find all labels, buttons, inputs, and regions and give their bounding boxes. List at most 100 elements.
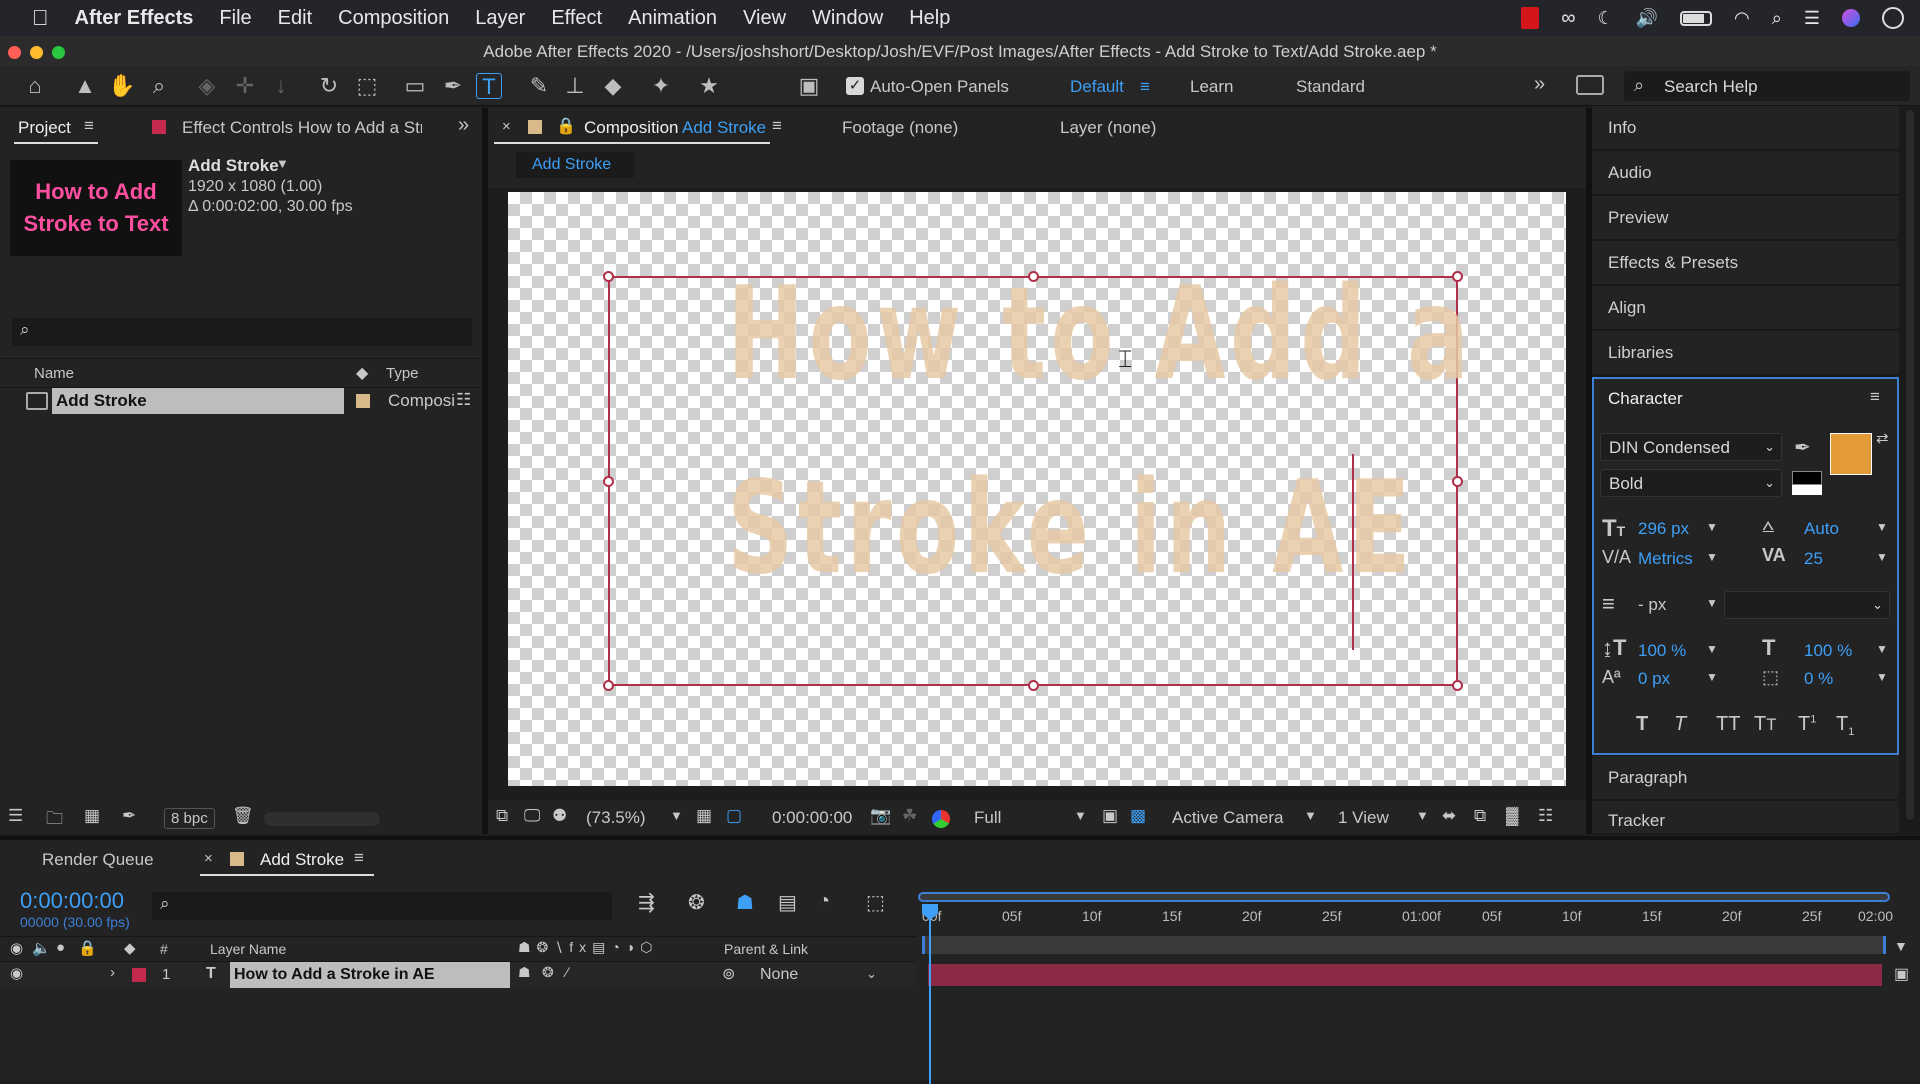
camera-chevron-icon[interactable]: ▼ xyxy=(1304,808,1317,823)
fill-color-swatch[interactable] xyxy=(1830,433,1872,475)
tab-project[interactable]: Project xyxy=(18,118,71,138)
panel-overflow-icon[interactable]: » xyxy=(458,114,469,137)
workspace-menu-icon[interactable]: ≡ xyxy=(1140,77,1150,97)
puppet-tool-icon[interactable]: ★ xyxy=(696,73,722,99)
all-caps-icon[interactable]: TT xyxy=(1716,713,1740,736)
mask-visibility-icon[interactable]: ⚉ xyxy=(552,806,567,826)
monitor-icon[interactable]: 🖵 xyxy=(524,806,540,826)
solo-switch-icon[interactable]: ● xyxy=(56,939,65,956)
timeline-zoom-marker-icon[interactable]: ▼ xyxy=(1894,938,1908,954)
draft-3d-icon[interactable]: ❂ xyxy=(688,890,705,915)
motion-blur-icon[interactable]: ◔ xyxy=(818,890,830,913)
eraser-tool-icon[interactable]: ◆ xyxy=(600,73,626,99)
search-help-field[interactable]: ⌕ Search Help xyxy=(1624,71,1910,101)
views-dropdown[interactable]: 1 View xyxy=(1338,808,1389,828)
menu-composition[interactable]: Composition xyxy=(338,7,449,30)
menu-app[interactable]: After Effects xyxy=(75,7,194,30)
clone-stamp-tool-icon[interactable]: ⊥ xyxy=(562,73,588,99)
layer-row[interactable]: ◉ › 1 T How to Add a Stroke in AE ☗ ❂ ∕ … xyxy=(0,962,916,988)
leading-value[interactable]: Auto xyxy=(1804,519,1839,539)
current-time-indicator[interactable] xyxy=(929,904,931,1084)
bbox-handle-ml[interactable] xyxy=(603,476,614,487)
eyedropper-icon[interactable]: ✒ xyxy=(1794,435,1811,460)
project-comp-name[interactable]: Add Stroke xyxy=(188,156,279,176)
auto-open-checkbox[interactable]: ✓ xyxy=(846,77,864,95)
tsume-chevron-icon[interactable]: ▼ xyxy=(1876,670,1888,684)
siri-icon[interactable] xyxy=(1842,9,1860,27)
comp-breadcrumb[interactable]: Add Stroke xyxy=(516,152,634,178)
apple-icon[interactable]:  xyxy=(32,5,49,31)
tab-effect-controls[interactable]: Effect Controls How to Add a Stro xyxy=(182,118,422,138)
horizontal-scale-value[interactable]: 100 % xyxy=(1804,641,1852,661)
pan-behind-tool-icon[interactable]: ⬚ xyxy=(354,73,380,99)
panel-effects-presets[interactable]: Effects & Presets xyxy=(1592,241,1899,285)
horizontal-scale-chevron-icon[interactable]: ▼ xyxy=(1876,642,1888,656)
font-size-value[interactable]: 296 px xyxy=(1638,519,1689,539)
toggle-pixel-aspect-icon[interactable]: ⬌ xyxy=(1442,806,1456,826)
camera-dropdown[interactable]: Active Camera xyxy=(1172,808,1283,828)
zoom-tool-icon[interactable]: ⌕ xyxy=(146,73,172,99)
creative-cloud-icon[interactable]: ∞ xyxy=(1561,7,1575,30)
resolution-chevron-icon[interactable]: ▼ xyxy=(1074,808,1087,823)
vertical-scale-value[interactable]: 100 % xyxy=(1638,641,1686,661)
font-family-dropdown[interactable]: DIN Condensed ⌄ xyxy=(1600,433,1782,461)
stroke-style-dropdown[interactable]: ⌄ xyxy=(1724,591,1890,619)
magnification-dropdown[interactable]: (73.5%) xyxy=(586,808,646,828)
comp-panel-menu-icon[interactable]: ≡ xyxy=(772,116,782,136)
layer-collapse-switch-icon[interactable]: ❂ xyxy=(542,964,554,981)
notification-icon[interactable] xyxy=(1882,7,1904,29)
zoom-chevron-icon[interactable]: ▼ xyxy=(670,808,683,823)
tab-timeline-comp[interactable]: Add Stroke xyxy=(260,850,344,870)
comp-canvas[interactable]: How to Add a Stroke in AE ⌶ xyxy=(508,192,1566,786)
layer-name[interactable]: How to Add a Stroke in AE xyxy=(234,966,435,984)
bbox-handle-bm[interactable] xyxy=(1028,680,1039,691)
column-name[interactable]: Name xyxy=(34,365,74,382)
current-time-display[interactable]: 0:00:00:00 xyxy=(772,808,852,828)
fast-previews-icon[interactable]: ⧉ xyxy=(1474,806,1486,826)
workspace-learn[interactable]: Learn xyxy=(1190,77,1233,97)
layer-visibility-icon[interactable]: ◉ xyxy=(10,964,23,982)
close-timeline-tab-icon[interactable]: × xyxy=(204,850,213,867)
column-type[interactable]: Type xyxy=(386,365,419,382)
leading-chevron-icon[interactable]: ▼ xyxy=(1876,520,1888,534)
show-snapshot-icon[interactable]: ☘ xyxy=(902,806,917,826)
menu-view[interactable]: View xyxy=(743,7,786,30)
label-column-icon[interactable]: ◆ xyxy=(356,363,368,383)
timeline-icon[interactable]: ▓ xyxy=(1506,806,1518,826)
roto-brush-tool-icon[interactable]: ✦ xyxy=(648,73,674,99)
video-switch-icon[interactable]: ◉ xyxy=(10,939,23,957)
workspace-standard[interactable]: Standard xyxy=(1296,77,1365,97)
layer-label-color[interactable] xyxy=(132,968,146,982)
record-icon[interactable] xyxy=(1521,7,1540,29)
stroke-width-value[interactable]: - px xyxy=(1638,595,1666,615)
hand-tool-icon[interactable]: ✋ xyxy=(108,73,135,99)
black-swatch[interactable] xyxy=(1792,471,1822,485)
work-area-bar[interactable] xyxy=(922,936,1886,954)
brush-tool-icon[interactable]: ✎ xyxy=(526,73,552,99)
swap-colors-icon[interactable]: ⇄ xyxy=(1876,429,1889,447)
transparency-grid-icon[interactable]: ▩ xyxy=(1130,806,1146,826)
baseline-shift-chevron-icon[interactable]: ▼ xyxy=(1706,670,1718,684)
interpret-footage-icon[interactable]: ☰ xyxy=(8,806,23,826)
subscript-icon[interactable]: T1 xyxy=(1836,713,1854,738)
panel-libraries[interactable]: Libraries xyxy=(1592,331,1899,375)
bbox-handle-bl[interactable] xyxy=(603,680,614,691)
kerning-chevron-icon[interactable]: ▼ xyxy=(1706,550,1718,564)
kerning-value[interactable]: Metrics xyxy=(1638,549,1693,569)
home-icon[interactable]: ⌂ xyxy=(22,73,48,99)
rectangle-tool-icon[interactable]: ▭ xyxy=(402,73,428,99)
adjust-project-icon[interactable]: ✒ xyxy=(122,806,136,826)
time-ruler[interactable]: 00f05f10f15f20f25f01:00f05f10f15f20f25f0… xyxy=(918,904,1893,932)
small-caps-icon[interactable]: TT xyxy=(1754,713,1776,736)
label-header-icon[interactable]: ◆ xyxy=(124,939,136,957)
panel-tracker[interactable]: Tracker xyxy=(1592,801,1899,834)
bbox-handle-tl[interactable] xyxy=(603,271,614,282)
bbox-handle-mr[interactable] xyxy=(1452,476,1463,487)
workspace-default[interactable]: Default xyxy=(1070,77,1124,97)
frame-blending-icon[interactable]: ▤ xyxy=(778,890,797,915)
always-preview-icon[interactable]: ⧉ xyxy=(496,806,508,826)
menu-edit[interactable]: Edit xyxy=(278,7,312,30)
close-comp-tab-icon[interactable]: × xyxy=(502,118,511,135)
superscript-icon[interactable]: T1 xyxy=(1798,713,1816,736)
bit-depth-button[interactable]: 8 bpc xyxy=(164,808,215,829)
